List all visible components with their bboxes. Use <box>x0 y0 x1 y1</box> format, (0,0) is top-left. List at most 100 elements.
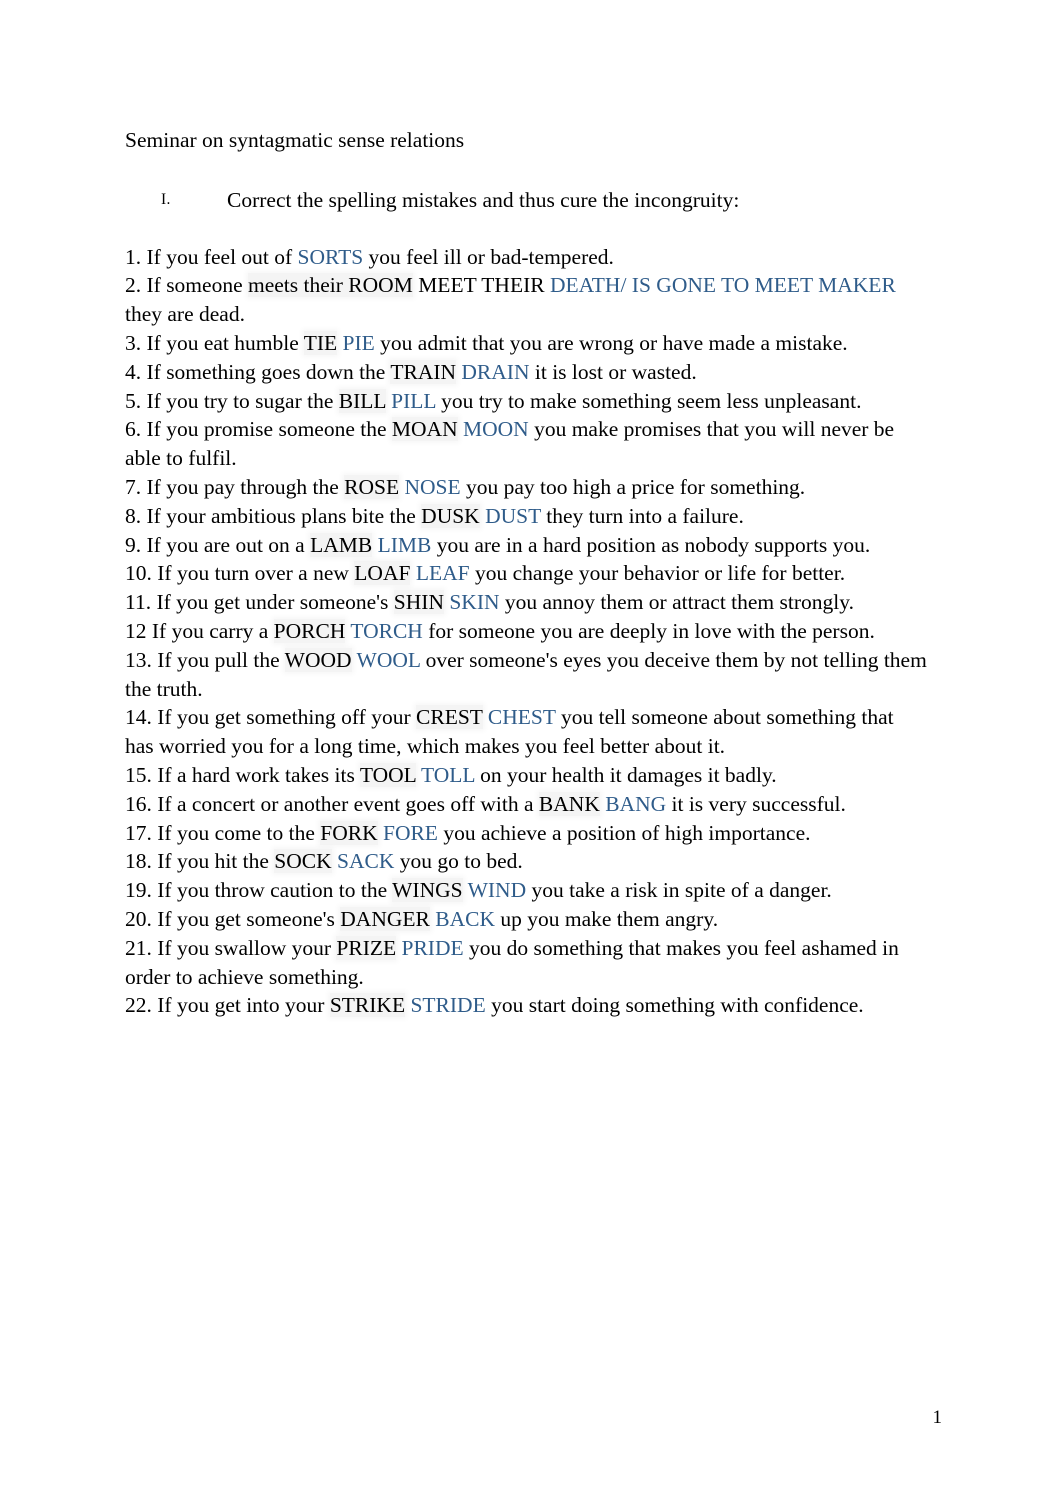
exercise-item: 1. If you feel out of SORTS you feel ill… <box>125 243 927 272</box>
exercise-tail-text: you annoy them or attract them strongly. <box>499 590 854 615</box>
exercise-lead-text: If a hard work takes its <box>151 762 360 787</box>
exercise-item: 8. If your ambitious plans bite the DUSK… <box>125 502 927 531</box>
exercise-number: 21. <box>125 935 152 960</box>
exercise-tail-text: for someone you are deeply in love with … <box>422 618 875 643</box>
exercise-item: 6. If you promise someone the MOAN MOON … <box>125 415 927 473</box>
corrected-word: TORCH <box>350 618 423 643</box>
exercise-lead-text: If you eat humble <box>141 330 304 355</box>
exercise-number: 16. <box>125 791 152 816</box>
exercise-tail-text: you are in a hard position as nobody sup… <box>431 532 871 557</box>
exercise-item: 5. If you try to sugar the BILL PILL you… <box>125 387 927 416</box>
corrected-word: FORE <box>382 820 438 845</box>
misspelled-word: SOCK <box>274 849 332 874</box>
exercise-number: 3. <box>125 330 142 355</box>
exercise-item: 22. If you get into your STRIKE STRIDE y… <box>125 991 927 1020</box>
exercise-tail-text: you go to bed. <box>394 849 523 874</box>
corrected-word: CHEST <box>487 705 556 730</box>
exercise-lead-text: If you pull the <box>151 647 285 672</box>
exercise-lead-text: If your ambitious plans bite the <box>141 503 422 528</box>
misspelled-word: STRIKE <box>329 993 406 1018</box>
corrected-word: PRIDE <box>401 935 464 960</box>
exercise-number: 1. <box>125 244 142 269</box>
exercise-number: 10. <box>125 561 152 586</box>
corrected-word: WOOL <box>356 647 421 672</box>
exercise-lead-text: If you swallow your <box>151 935 337 960</box>
exercise-number: 13. <box>125 647 152 672</box>
exercise-mid-text: MEET THEIR <box>412 273 550 298</box>
corrected-word: SKIN <box>449 590 500 615</box>
exercise-lead-text: If you promise someone the <box>141 417 392 442</box>
exercise-item: 13. If you pull the WOOD WOOL over someo… <box>125 646 927 704</box>
exercise-number: 6. <box>125 417 142 442</box>
exercise-item: 11. If you get under someone's SHIN SKIN… <box>125 588 927 617</box>
corrected-word: SACK <box>337 849 395 874</box>
exercise-tail-text: it is very successful. <box>666 791 846 816</box>
misspelled-word: TIE <box>303 330 338 355</box>
corrected-word: SORTS <box>297 244 364 269</box>
exercise-item: 4. If something goes down the TRAIN DRAI… <box>125 358 927 387</box>
corrected-word: DEATH/ IS GONE TO MEET MAKER <box>549 273 896 298</box>
exercise-tail-text: you achieve a position of high importanc… <box>437 820 811 845</box>
exercise-number: 19. <box>125 878 152 903</box>
misspelled-word: ROSE <box>344 474 400 499</box>
corrected-word: NOSE <box>404 474 461 499</box>
exercise-tail-text: you admit that you are wrong or have mad… <box>374 330 848 355</box>
misspelled-word: DUSK <box>421 503 480 528</box>
exercise-number: 18. <box>125 849 152 874</box>
exercise-number: 14. <box>125 705 152 730</box>
misspelled-word: DANGER <box>340 906 430 931</box>
roman-section-list: I. Correct the spelling mistakes and thu… <box>125 186 927 215</box>
exercise-number: 7. <box>125 474 142 499</box>
exercise-lead-text: If someone <box>141 273 248 298</box>
misspelled-word: TOOL <box>359 762 416 787</box>
exercise-number: 8. <box>125 503 142 528</box>
exercise-number: 9. <box>125 532 142 557</box>
exercise-tail-text: you feel ill or bad-tempered. <box>363 244 614 269</box>
exercise-tail-text: you start doing something with confidenc… <box>485 993 864 1018</box>
exercise-number: 22. <box>125 993 152 1018</box>
exercise-number: 20. <box>125 906 152 931</box>
misspelled-word: CREST <box>416 705 483 730</box>
exercise-lead-text: If you try to sugar the <box>141 388 339 413</box>
exercise-tail-text: you change your behavior or life for bet… <box>469 561 846 586</box>
misspelled-word: SHIN <box>393 590 444 615</box>
exercise-lead-text: If you feel out of <box>141 244 298 269</box>
exercise-number: 15. <box>125 762 152 787</box>
corrected-word: STRIDE <box>410 993 486 1018</box>
exercise-lead-text: If you throw caution to the <box>151 878 393 903</box>
exercise-tail-text: you try to make something seem less unpl… <box>435 388 862 413</box>
misspelled-word: MOAN <box>391 417 458 442</box>
misspelled-word: BILL <box>338 388 386 413</box>
misspelled-word: WINGS <box>392 878 463 903</box>
exercise-lead-text: If you get something off your <box>151 705 417 730</box>
misspelled-word: LAMB <box>310 532 373 557</box>
document-body: Seminar on syntagmatic sense relations I… <box>125 126 927 1020</box>
document-page: Seminar on syntagmatic sense relations I… <box>0 0 1062 1506</box>
exercise-lead-text: If you hit the <box>151 849 275 874</box>
exercise-item: 9. If you are out on a LAMB LIMB you are… <box>125 531 927 560</box>
exercise-lead-text: If you are out on a <box>141 532 311 557</box>
exercise-lead-text: If you come to the <box>151 820 321 845</box>
corrected-word: WIND <box>467 878 527 903</box>
exercise-item: 15. If a hard work takes its TOOL TOLL o… <box>125 761 927 790</box>
misspelled-word: meets their ROOM <box>248 273 413 298</box>
misspelled-word: WOOD <box>284 647 352 672</box>
misspelled-word: PRIZE <box>336 935 397 960</box>
exercise-item: 19. If you throw caution to the WINGS WI… <box>125 876 927 905</box>
exercise-number: 17. <box>125 820 152 845</box>
page-title: Seminar on syntagmatic sense relations <box>125 128 465 152</box>
exercise-number: 2. <box>125 273 142 298</box>
exercise-tail-text: you pay too high a price for something. <box>460 474 806 499</box>
corrected-word: MOON <box>462 417 529 442</box>
corrected-word: TOLL <box>421 762 475 787</box>
exercise-tail-text: on your health it damages it badly. <box>474 762 777 787</box>
exercise-tail-text: they turn into a failure. <box>540 503 744 528</box>
exercise-item: 7. If you pay through the ROSE NOSE you … <box>125 473 927 502</box>
corrected-word: DUST <box>485 503 541 528</box>
exercise-item: 16. If a concert or another event goes o… <box>125 790 927 819</box>
exercise-lead-text: If you get into your <box>151 993 330 1018</box>
exercise-number: 11. <box>125 590 152 615</box>
misspelled-word: PORCH <box>273 618 346 643</box>
exercise-item: 21. If you swallow your PRIZE PRIDE you … <box>125 934 927 992</box>
exercise-number: 5. <box>125 388 142 413</box>
